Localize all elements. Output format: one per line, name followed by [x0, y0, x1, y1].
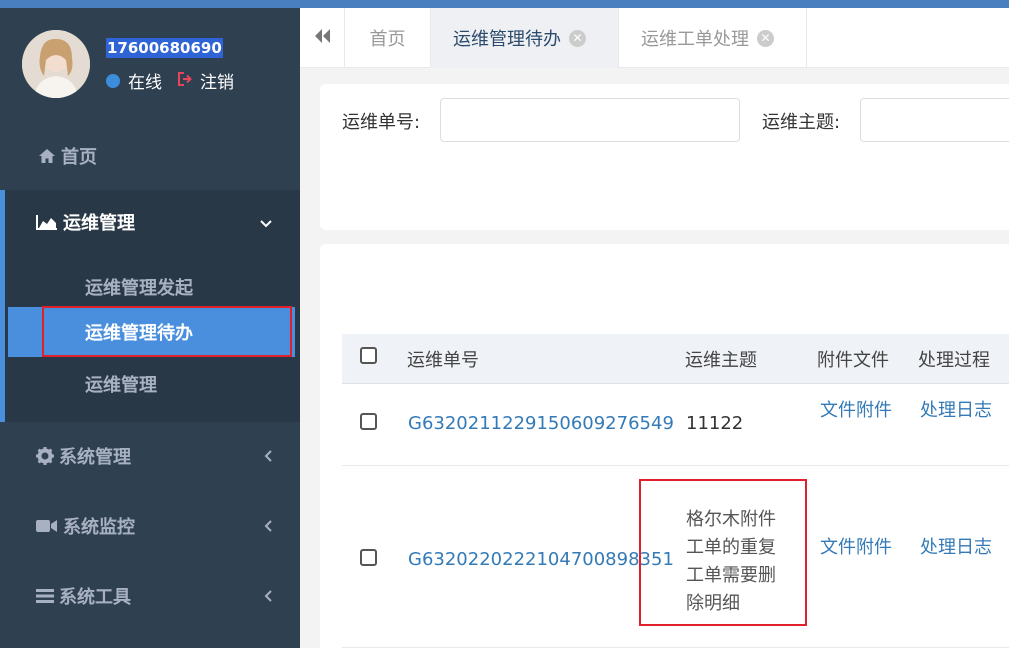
col-process[interactable]: 处理过程	[918, 334, 990, 384]
search-panel: 运维单号: 运维主题:	[320, 84, 1009, 230]
close-icon[interactable]: ✕	[569, 29, 586, 47]
tab-home[interactable]: 首页	[345, 8, 431, 68]
sidebar: 17600680690 在线 注销 首页 运维管理 运维管理发起 运维管理待办 …	[0, 8, 300, 648]
tab-bar: 首页 运维管理待办 ✕ 运维工单处理 ✕	[300, 8, 1009, 68]
area-chart-icon	[36, 214, 58, 230]
subject-input[interactable]	[860, 98, 1009, 142]
col-subject[interactable]: 运维主题	[685, 334, 757, 384]
online-dot-icon	[106, 73, 120, 88]
table-header: 运维单号 运维主题 附件文件 处理过程	[342, 334, 1009, 384]
order-no-label: 运维单号:	[342, 112, 421, 133]
sidebar-item-system[interactable]: 系统管理	[0, 434, 300, 478]
bars-icon	[36, 588, 54, 604]
table-row: G6320220222104700898351 格尔木附件工单的重复工单需要删除…	[342, 466, 1009, 648]
video-camera-icon	[36, 519, 58, 533]
subject-cell: 格尔木附件工单的重复工单需要删除明细	[686, 509, 776, 614]
col-attachment[interactable]: 附件文件	[817, 334, 889, 384]
avatar[interactable]	[22, 30, 90, 98]
username[interactable]: 17600680690	[106, 38, 223, 58]
status-online-label: 在线	[128, 73, 162, 93]
user-status: 在线 注销	[106, 68, 234, 93]
sidebar-item-tools-label: 系统工具	[59, 587, 131, 608]
col-order-no[interactable]: 运维单号	[407, 334, 479, 384]
order-no-link[interactable]: G6320220222104700898351	[408, 549, 674, 570]
sidebar-subitem-ops-manage[interactable]: 运维管理	[85, 371, 157, 397]
sidebar-item-system-label: 系统管理	[59, 447, 131, 468]
sidebar-subitem-ops-initiate[interactable]: 运维管理发起	[85, 274, 193, 300]
tab-ops-ticket-label: 运维工单处理	[641, 29, 749, 50]
sidebar-group-ops: 运维管理 运维管理发起 运维管理待办 运维管理	[0, 190, 300, 422]
sidebar-item-monitor-label: 系统监控	[63, 517, 135, 538]
home-icon	[38, 148, 56, 164]
double-chevron-left-icon	[313, 28, 331, 48]
close-icon[interactable]: ✕	[757, 29, 774, 47]
tab-ops-todo-label: 运维管理待办	[453, 29, 561, 50]
attachment-link[interactable]: 文件附件	[818, 397, 894, 425]
tab-ops-todo[interactable]: 运维管理待办 ✕	[431, 8, 619, 68]
tab-ops-ticket[interactable]: 运维工单处理 ✕	[619, 8, 807, 68]
table-panel: 运维单号 运维主题 附件文件 处理过程 G6320211229150609276…	[320, 244, 1009, 648]
logout-link[interactable]: 注销	[200, 68, 234, 93]
sidebar-item-home[interactable]: 首页	[0, 134, 300, 178]
top-accent-bar	[0, 0, 1009, 8]
sidebar-subitem-ops-todo[interactable]: 运维管理待办	[8, 307, 295, 357]
chevron-down-icon	[260, 212, 272, 233]
process-log-link[interactable]: 处理日志	[918, 534, 994, 562]
chevron-left-icon	[264, 446, 272, 467]
chevron-left-icon	[264, 586, 272, 607]
logout-icon[interactable]	[178, 71, 194, 91]
table-row: G6320211229150609276549 11122 文件附件 处理日志	[342, 385, 1009, 466]
subject-label: 运维主题:	[762, 112, 841, 133]
sidebar-item-ops[interactable]: 运维管理	[0, 190, 300, 254]
row-checkbox[interactable]	[360, 413, 377, 430]
sidebar-item-monitor[interactable]: 系统监控	[0, 504, 300, 548]
select-all-checkbox[interactable]	[360, 347, 377, 364]
tab-scroll-left-button[interactable]	[300, 8, 345, 68]
row-checkbox[interactable]	[360, 549, 377, 566]
sidebar-item-home-label: 首页	[61, 147, 97, 168]
order-no-input[interactable]	[440, 98, 740, 142]
gear-icon	[36, 447, 54, 465]
subject-cell: 11122	[686, 413, 744, 434]
order-no-link[interactable]: G6320211229150609276549	[408, 413, 674, 434]
chevron-left-icon	[264, 516, 272, 537]
sidebar-item-tools[interactable]: 系统工具	[0, 574, 300, 618]
sidebar-item-ops-label: 运维管理	[63, 213, 135, 234]
tab-home-label: 首页	[369, 29, 406, 50]
sidebar-subitem-ops-todo-label: 运维管理待办	[85, 323, 193, 344]
process-log-link[interactable]: 处理日志	[918, 397, 994, 425]
attachment-link[interactable]: 文件附件	[818, 534, 894, 562]
